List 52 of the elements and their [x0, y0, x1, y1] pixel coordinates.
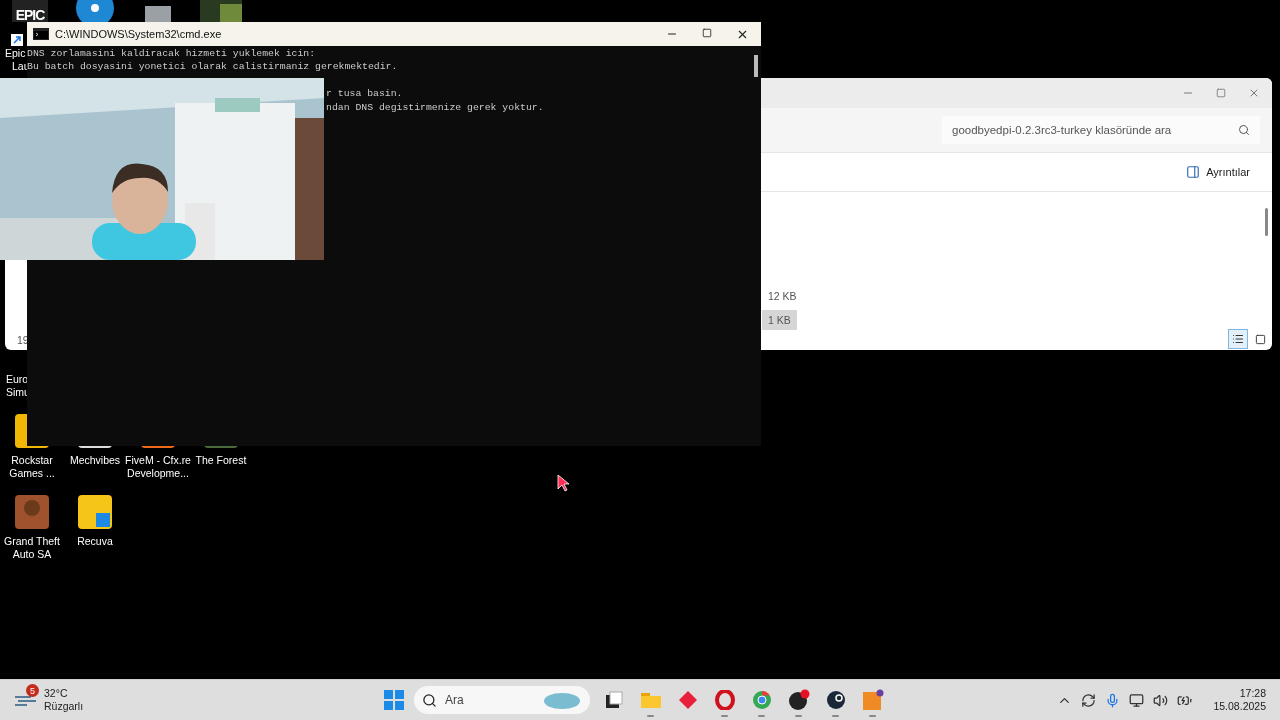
file-size[interactable]: 1 KB	[762, 310, 797, 330]
search-icon	[422, 692, 437, 708]
record-icon	[787, 689, 810, 711]
cloud-icon	[542, 690, 582, 710]
app-icon	[861, 689, 884, 711]
shortcut-arrow-icon	[11, 34, 23, 46]
ring-icon	[714, 690, 735, 710]
terminal-line: ndan DNS degistirmenize gerek yoktur.	[326, 100, 544, 115]
icon-label[interactable]: FiveM - Cfx.re Developme...	[125, 454, 191, 480]
task-view-icon	[604, 691, 623, 709]
search-icon	[1238, 124, 1250, 136]
panel-icon	[1186, 165, 1201, 179]
icon-label: Epic	[5, 47, 26, 60]
details-button[interactable]: Ayrıntılar	[1180, 164, 1256, 180]
terminal-icon	[33, 28, 49, 40]
terminal-line: Bu batch dosyasini yonetici olarak calistirmaniz gerekmektedir.	[27, 60, 398, 74]
start-icon[interactable]	[384, 690, 404, 710]
file-size[interactable]: 12 KB	[762, 286, 803, 306]
terminal-line: DNS zorlamasini kaldiracak hizmeti yuklemek icin:	[27, 47, 316, 61]
diamond-icon	[677, 690, 698, 710]
browser-icon	[751, 690, 772, 710]
scrollbar	[1265, 208, 1268, 236]
icon-label[interactable]: Recuva	[77, 535, 113, 548]
landscape-icon	[200, 0, 242, 22]
icon-label[interactable]: Grand Theft Auto SA	[4, 535, 60, 561]
microphone-icon[interactable]	[1105, 692, 1121, 708]
icon-label: Euro	[6, 373, 29, 386]
network-icon[interactable]	[1129, 692, 1145, 708]
folder-icon	[639, 691, 662, 709]
clock-time[interactable]: 17:28	[1239, 687, 1266, 700]
notification-badge: 5	[26, 684, 39, 697]
search-field[interactable]: Ara	[414, 686, 590, 714]
square-icon	[1254, 333, 1266, 345]
details-view-button[interactable]	[1228, 329, 1248, 349]
icon-label[interactable]: Rockstar Games ...	[9, 454, 55, 480]
cursor-icon	[557, 474, 569, 492]
window-title: C:\WINDOWS\System32\cmd.exe	[55, 28, 222, 40]
weather-condition: Rüzgarlı	[44, 700, 84, 713]
icon-label[interactable]: Mechvibes	[69, 454, 121, 467]
list-icon	[1232, 333, 1244, 345]
scrollbar	[754, 55, 758, 77]
maximize-icon[interactable]	[702, 27, 712, 38]
temperature: 32°C	[44, 687, 69, 700]
clock-date[interactable]: 15.08.2025	[1213, 700, 1266, 713]
terminal-line: r tusa basin.	[326, 87, 403, 101]
search-field[interactable]: goodbyedpi-0.2.3rc3-turkey klasöründe ara	[942, 116, 1260, 144]
logo-text: EPIC	[12, 0, 48, 22]
volume-icon[interactable]	[1153, 692, 1169, 708]
icon-label[interactable]: The Forest	[195, 454, 247, 467]
app-icon	[13, 493, 51, 531]
steam-icon	[825, 690, 846, 710]
sync-icon[interactable]	[1081, 692, 1097, 708]
